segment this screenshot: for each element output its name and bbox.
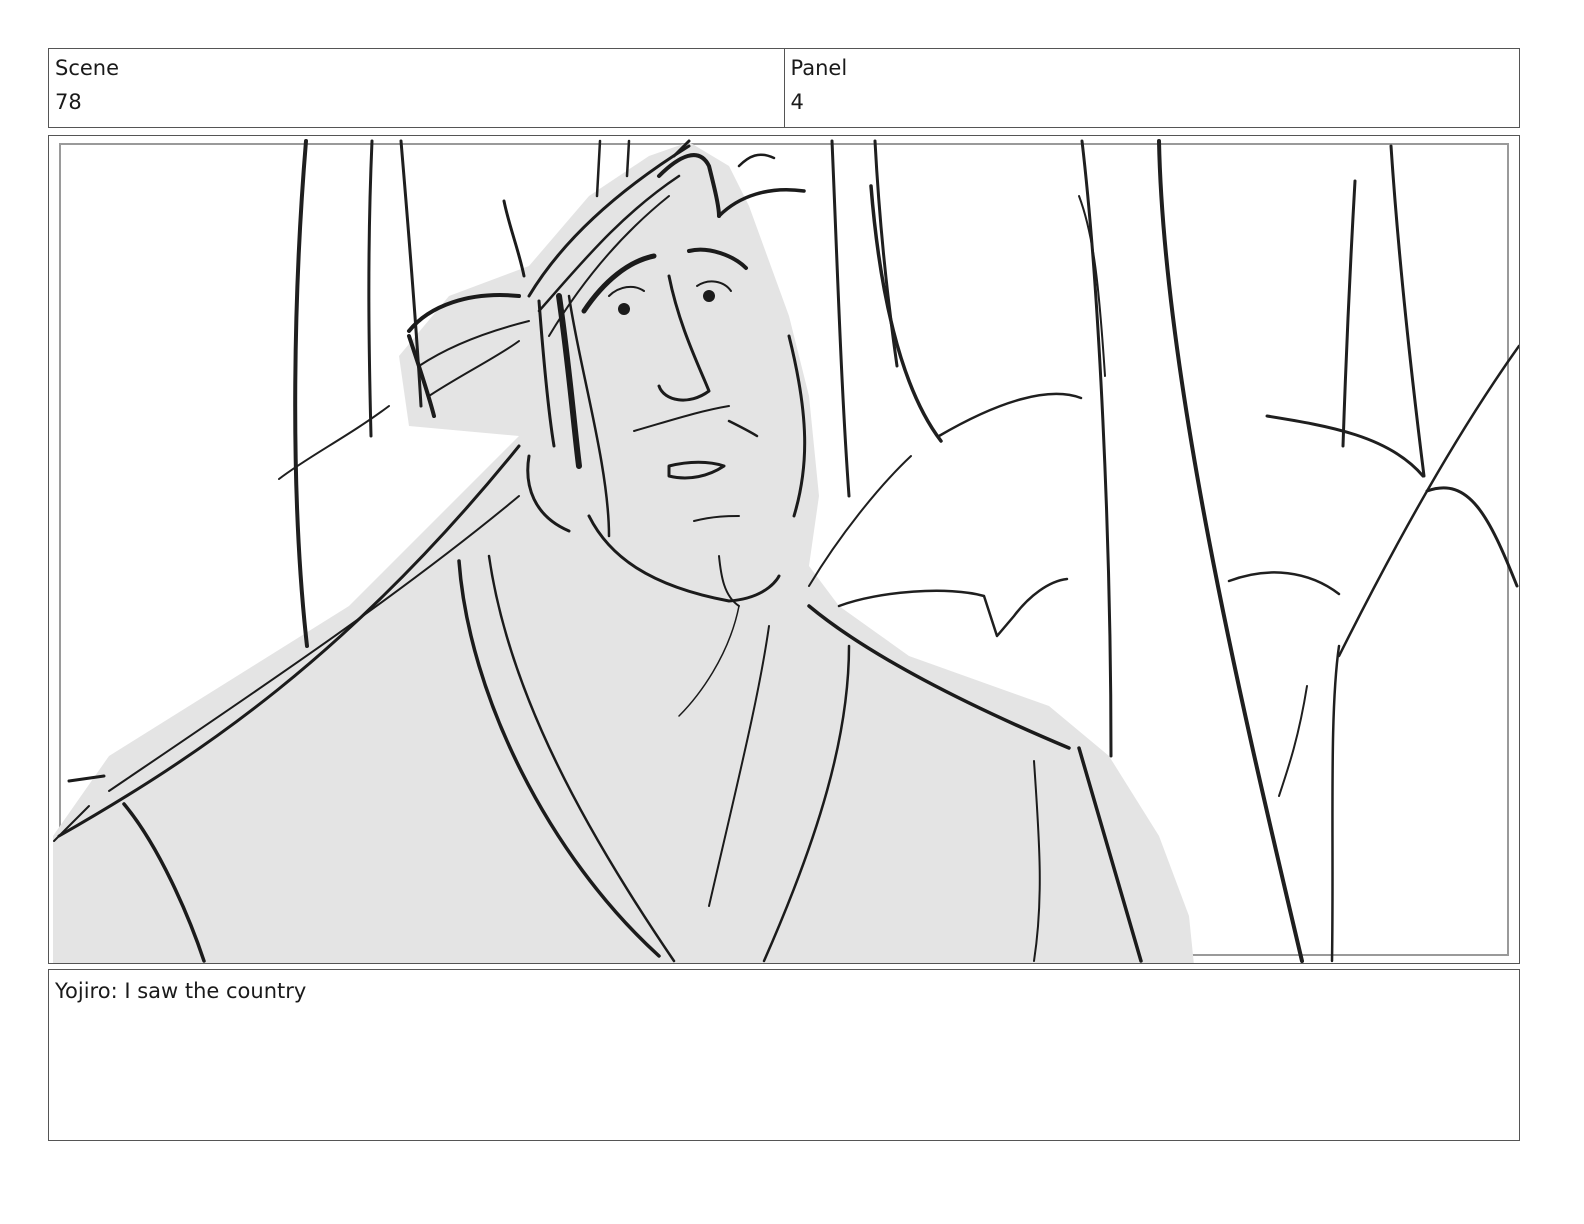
dialogue-box: Yojiro: I saw the country [48,969,1520,1141]
storyboard-panel [48,135,1520,964]
panel-cell: Panel 4 [783,49,1520,127]
scene-label: Scene [55,56,120,80]
panel-number: 4 [790,90,804,114]
character-fill [53,142,1194,963]
storyboard-sketch [53,139,1519,963]
panel-label: Panel [790,56,848,80]
dialogue-text: Yojiro: I saw the country [55,979,307,1003]
scene-number: 78 [55,90,82,114]
panel-header: Scene 78 Panel 4 [48,48,1520,128]
scene-cell: Scene 78 [49,49,784,127]
